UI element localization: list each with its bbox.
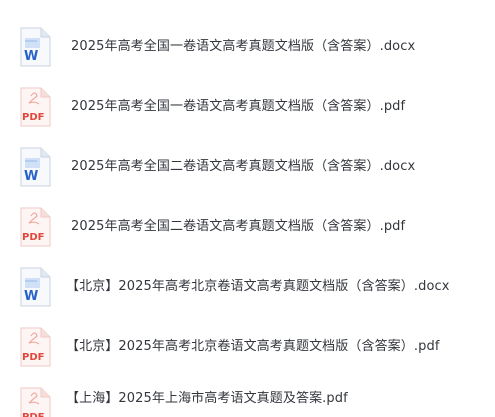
pdf-document-icon: PDF [19, 387, 51, 417]
file-row-pdf[interactable]: PDF 【北京】2025年高考北京卷语文高考真题文档版（含答案）.pdf [0, 317, 495, 377]
word-document-icon: W [19, 267, 51, 307]
pdf-document-icon: PDF [19, 207, 51, 247]
word-glyph: W [24, 289, 38, 304]
file-name: 2025年高考全国一卷语文高考真题文档版（含答案）.docx [71, 39, 416, 54]
file-row-pdf[interactable]: PDF 2025年高考全国一卷语文高考真题文档版（含答案）.pdf [0, 77, 495, 137]
file-name: 2025年高考全国二卷语文高考真题文档版（含答案）.pdf [71, 219, 406, 234]
file-row-word[interactable]: W 2025年高考全国一卷语文高考真题文档版（含答案）.docx [0, 17, 495, 77]
pdf-document-icon: PDF [19, 327, 51, 367]
pdf-document-icon: PDF [19, 87, 51, 127]
word-document-icon: W [19, 147, 51, 187]
file-name: 【北京】2025年高考北京卷语文高考真题文档版（含答案）.docx [66, 279, 450, 294]
pdf-glyph: PDF [22, 352, 44, 363]
file-name: 【北京】2025年高考北京卷语文高考真题文档版（含答案）.pdf [66, 339, 440, 354]
file-name: 2025年高考全国一卷语文高考真题文档版（含答案）.pdf [71, 99, 406, 114]
file-name: 2025年高考全国二卷语文高考真题文档版（含答案）.docx [71, 159, 416, 174]
file-list: W 2025年高考全国一卷语文高考真题文档版（含答案）.docx PDF 202… [0, 0, 495, 417]
word-glyph: W [24, 169, 38, 184]
pdf-glyph: PDF [22, 112, 44, 123]
pdf-glyph: PDF [22, 412, 44, 417]
file-row-word[interactable]: W 【北京】2025年高考北京卷语文高考真题文档版（含答案）.docx [0, 257, 495, 317]
file-row-word[interactable]: W 2025年高考全国二卷语文高考真题文档版（含答案）.docx [0, 137, 495, 197]
file-row-pdf[interactable]: PDF 2025年高考全国二卷语文高考真题文档版（含答案）.pdf [0, 197, 495, 257]
word-glyph: W [24, 49, 38, 64]
pdf-glyph: PDF [22, 232, 44, 243]
file-row-pdf[interactable]: PDF 【上海】2025年上海市高考语文真题及答案.pdf [0, 377, 495, 417]
word-document-icon: W [19, 27, 51, 67]
file-name: 【上海】2025年上海市高考语文真题及答案.pdf [66, 391, 348, 406]
